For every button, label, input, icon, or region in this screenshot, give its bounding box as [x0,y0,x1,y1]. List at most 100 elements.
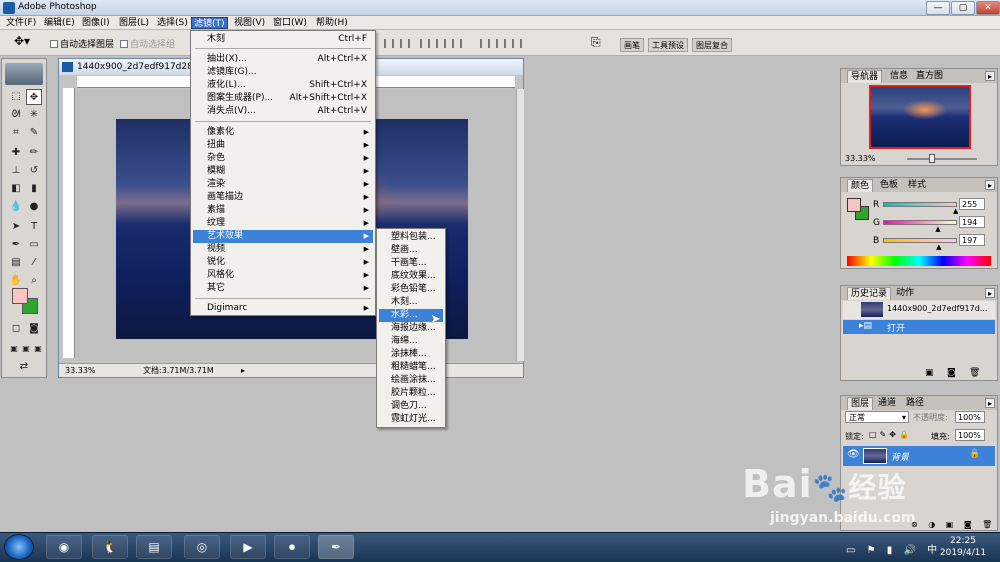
panel-menu-icon[interactable]: ▸ [985,180,995,190]
red-value-input[interactable]: 255 [959,198,985,210]
standard-mode-icon[interactable]: ◻ [8,321,24,337]
green-value-input[interactable]: 194 [959,216,985,228]
fill-input[interactable]: 100% [955,429,985,441]
filter-sketch[interactable]: 素描 ▶ [193,204,373,217]
taskbar-360-icon[interactable]: ◉ [46,535,82,559]
brush-tool-icon[interactable]: ✏ [26,145,42,161]
dodge-tool-icon[interactable]: ● [26,199,42,215]
tab-navigator[interactable]: 导航器 [847,70,883,83]
crop-tool-icon[interactable]: ⌗ [8,125,24,141]
navigator-zoom-thumb[interactable] [929,154,935,163]
align-center-icon[interactable] [400,39,410,48]
blend-mode-select[interactable]: 正常 ▾ [845,411,909,423]
color-foreground-swatch[interactable] [847,198,861,212]
artistic-sponge[interactable]: 海绵... [379,335,443,348]
filter-gallery[interactable]: 滤镜库(G)... [193,66,373,79]
history-snapshot-row[interactable]: 1440x900_2d7edf917d... [843,301,995,319]
red-slider[interactable] [883,202,957,207]
taskbar-record-icon[interactable]: ⏺ [274,535,310,559]
taskbar-qq-icon[interactable]: 🐧 [92,535,128,559]
artistic-neon-glow[interactable]: 霓虹灯光... [379,413,443,426]
hand-tool-icon[interactable]: ✋ [8,273,24,289]
menu-select[interactable]: 选择(S) [155,17,190,29]
lasso-tool-icon[interactable]: ᘛ [8,107,24,123]
imageready-jump-icon[interactable]: ⇄ [16,359,32,375]
lock-options-icon[interactable]: □✎✥🔒 [869,430,912,439]
filter-texture[interactable]: 纹理 ▶ [193,217,373,230]
panel-menu-icon[interactable]: ▸ [985,398,995,408]
type-tool-icon[interactable]: T [26,219,42,235]
eye-icon[interactable]: 👁 [847,449,860,460]
healing-brush-icon[interactable]: ✚ [8,145,24,161]
zoom-tool-icon[interactable]: ⌕ [26,273,42,289]
distribute-hcenter-icon[interactable] [496,39,506,48]
artistic-dry-brush[interactable]: 干画笔... [379,257,443,270]
filter-render[interactable]: 渲染 ▶ [193,178,373,191]
distribute-bottom-icon[interactable] [452,39,462,48]
blue-slider[interactable] [883,238,957,243]
filter-last-woodcut[interactable]: 木刻 Ctrl+F [193,33,373,46]
blue-slider-thumb[interactable]: ▲ [936,243,941,251]
distribute-left-icon[interactable] [480,39,490,48]
artistic-rough-pastels[interactable]: 粗糙蜡笔... [379,361,443,374]
artistic-fresco[interactable]: 壁画... [379,244,443,257]
path-select-tool-icon[interactable]: ➤ [8,219,24,235]
quickmask-mode-icon[interactable]: ◙ [26,321,42,337]
artistic-cutout[interactable]: 木刻... [379,296,443,309]
minimize-button[interactable]: — [926,1,950,15]
pen-tool-icon[interactable]: ✒ [8,237,24,253]
history-step-row[interactable]: ▸▤ 打开 [843,320,995,334]
menu-file[interactable]: 文件(F) [4,17,38,29]
artistic-plastic-wrap[interactable]: 塑料包装... [379,231,443,244]
filter-pixelate[interactable]: 像素化 ▶ [193,126,373,139]
eraser-tool-icon[interactable]: ◧ [8,181,24,197]
delete-state-icon[interactable]: 🗑 [969,368,980,378]
vertical-scrollbar[interactable] [516,89,524,361]
menu-view[interactable]: 视图(V) [232,17,267,29]
foreground-color-swatch[interactable] [12,288,28,304]
opacity-input[interactable]: 100% [955,411,985,423]
tab-styles[interactable]: 样式 [905,179,929,192]
filter-stylize[interactable]: 风格化 ▶ [193,269,373,282]
auto-select-group-checkbox[interactable]: 自动选择组 [120,37,175,50]
menu-image[interactable]: 图像(I) [80,17,112,29]
magic-wand-tool-icon[interactable]: ✳ [26,107,42,123]
history-brush-icon[interactable]: ↺ [26,163,42,179]
artistic-underpainting[interactable]: 底纹效果... [379,270,443,283]
artistic-smudge-stick[interactable]: 涂抹棒... [379,348,443,361]
distribute-right-icon[interactable] [512,39,522,48]
palette-well-brushes[interactable]: 画笔 [620,38,644,52]
palette-well-tool-presets[interactable]: 工具预设 [648,38,688,52]
artistic-palette-knife[interactable]: 调色刀... [379,400,443,413]
tab-history[interactable]: 历史记录 [847,287,892,300]
filter-other[interactable]: 其它 ▶ [193,282,373,295]
menu-window[interactable]: 窗口(W) [271,17,309,29]
taskbar-clock[interactable]: 22:25 2019/4/11 [930,535,996,559]
taskbar-firefox-icon[interactable]: ◎ [184,535,220,559]
document-zoom[interactable]: 33.33% [65,364,96,377]
tab-swatches[interactable]: 色板 [877,179,901,192]
blue-value-input[interactable]: 197 [959,234,985,246]
green-slider-thumb[interactable]: ▲ [935,225,940,233]
file-browser-icon[interactable]: ⎘ [591,35,601,50]
filter-brush-strokes[interactable]: 画笔描边 ▶ [193,191,373,204]
shape-tool-icon[interactable]: ▭ [26,237,42,253]
status-menu-arrow-icon[interactable]: ▸ [241,364,245,377]
tab-layers[interactable]: 图层 [847,397,874,410]
navigator-zoom[interactable]: 33.33% [845,154,876,163]
red-slider-thumb[interactable]: ▲ [953,207,958,215]
tab-histogram[interactable]: 直方图 [913,70,946,83]
filter-distort[interactable]: 扭曲 ▶ [193,139,373,152]
move-tool-icon[interactable]: ✥ [26,89,42,105]
filter-sharpen[interactable]: 锐化 ▶ [193,256,373,269]
filter-noise[interactable]: 杂色 ▶ [193,152,373,165]
filter-blur[interactable]: 模糊 ▶ [193,165,373,178]
navigator-zoom-slider[interactable] [907,158,977,160]
align-left-icon[interactable] [384,39,394,48]
tab-info[interactable]: 信息 [887,70,911,83]
tray-icons[interactable]: ▭ ⚑ ▮ 🔊 中 [846,541,941,556]
marquee-tool-icon[interactable]: ⬚ [8,89,24,105]
blur-tool-icon[interactable]: 💧 [8,199,24,215]
maximize-button[interactable]: ▢ [951,1,975,15]
filter-extract[interactable]: 抽出(X)... Alt+Ctrl+X [193,53,373,66]
